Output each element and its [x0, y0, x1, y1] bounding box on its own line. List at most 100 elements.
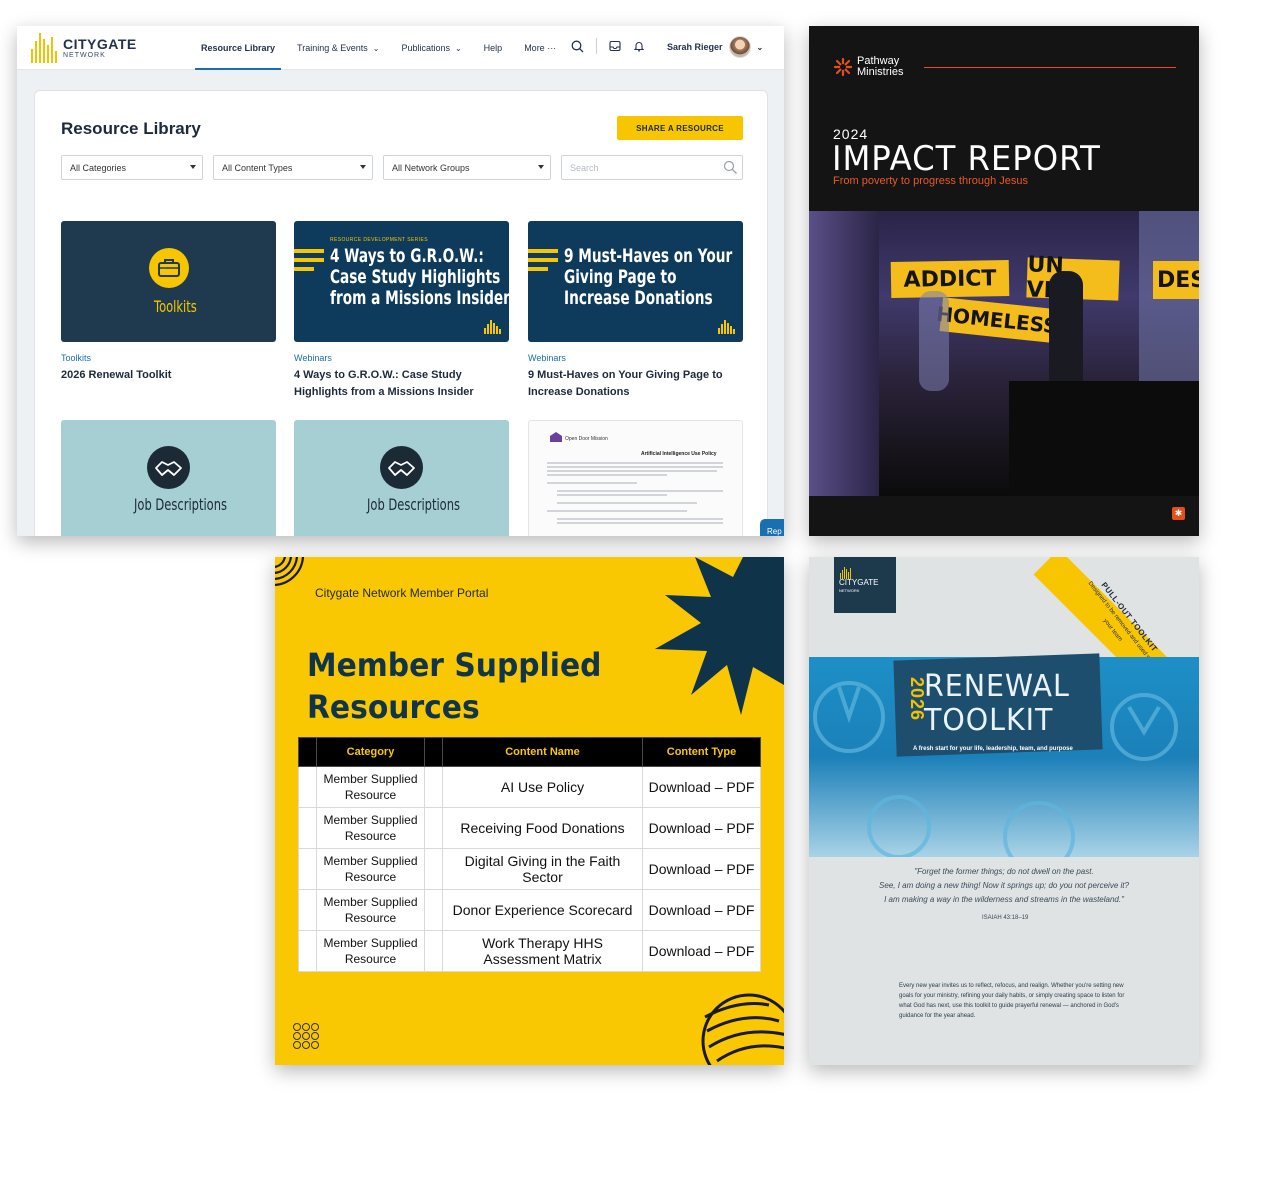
content-type-cell[interactable]: Download – PDF — [642, 930, 761, 972]
content-type-filter[interactable]: All Content Types — [213, 155, 373, 180]
table-row: Member Supplied Resource Receiving Food … — [298, 807, 761, 849]
nav-training-events[interactable]: Training & Events ⌄ — [289, 26, 387, 70]
card-title[interactable]: 9 Must-Haves on Your Giving Page to Incr… — [528, 367, 748, 401]
search-icon — [723, 160, 737, 174]
right-screen — [1139, 211, 1199, 391]
content-type-cell[interactable]: Download – PDF — [642, 889, 761, 931]
table-row: Member Supplied Resource Work Therapy HH… — [298, 930, 761, 972]
citygate-mark-icon — [718, 320, 735, 334]
caret-down-icon — [360, 165, 366, 169]
logo-name: CITYGATE — [63, 35, 137, 52]
ai-policy-document-thumbnail[interactable]: Open Door Mission Artificial Intelligenc… — [528, 420, 743, 536]
verse-reference: ISAIAH 43:18–19 — [982, 915, 1029, 921]
nav-more[interactable]: More ··· — [516, 26, 564, 70]
user-menu[interactable]: Sarah Rieger ⌄ — [667, 36, 763, 58]
presenter-silhouette — [1049, 271, 1083, 391]
network-group-filter[interactable]: All Network Groups — [383, 155, 551, 180]
resource-library-card: Resource Library SHARE A RESOURCE All Ca… — [34, 90, 768, 536]
handshake-icon — [380, 446, 423, 489]
toolkits-thumbnail[interactable]: Toolkits — [61, 221, 276, 342]
nav-publications[interactable]: Publications ⌄ — [393, 26, 469, 70]
card-category[interactable]: Webinars — [528, 353, 566, 363]
card-category[interactable]: Webinars — [294, 353, 332, 363]
title-line: Resources — [307, 688, 480, 726]
sign-addict: ADDICT — [890, 259, 1010, 299]
page-title: Member Supplied Resources — [307, 644, 601, 728]
nav-help[interactable]: Help — [476, 26, 511, 70]
toolkit-tagline: A fresh start for your life, leadership,… — [913, 746, 1073, 752]
nav-label: More ··· — [524, 43, 557, 53]
left-person-silhouette — [809, 211, 879, 496]
category-cell: Member Supplied Resource — [316, 889, 425, 931]
content-type-cell[interactable]: Download – PDF — [642, 766, 761, 808]
handshake-icon — [147, 446, 190, 489]
search-icon[interactable] — [571, 40, 584, 53]
filter-value: All Network Groups — [392, 162, 470, 173]
content-type-cell[interactable]: Download – PDF — [642, 848, 761, 890]
table-row: Member Supplied Resource Digital Giving … — [298, 848, 761, 890]
utility-icons — [571, 38, 645, 54]
citygate-logo[interactable]: CITYGATE NETWORK — [31, 32, 137, 64]
column-header: Content Name — [442, 737, 643, 767]
content-name-cell[interactable]: Donor Experience Scorecard — [442, 889, 643, 931]
bell-icon[interactable] — [633, 40, 645, 52]
pathway-logo: Pathway Ministries — [833, 56, 903, 78]
job-descriptions-thumbnail[interactable]: Job Descriptions — [294, 420, 509, 536]
filter-value: All Content Types — [222, 162, 293, 173]
giving-page-webinar-thumbnail[interactable]: 9 Must-Haves on Your Giving Page to Incr… — [528, 221, 743, 342]
toolbox-icon — [149, 248, 189, 288]
toolkit-intro: Every new year invites us to reflect, re… — [899, 983, 1125, 1019]
spacer-cell — [298, 930, 317, 972]
page-title: Resource Library — [61, 119, 201, 138]
search-placeholder: Search — [570, 162, 599, 173]
category-filter[interactable]: All Categories — [61, 155, 203, 180]
spacer-cell — [424, 930, 443, 972]
category-cell: Member Supplied Resource — [316, 766, 425, 808]
stage-floor — [1009, 381, 1199, 496]
card-title[interactable]: 2026 Renewal Toolkit — [61, 367, 281, 384]
search-input[interactable]: Search — [561, 155, 743, 180]
headline-line: Increase Donations — [564, 287, 713, 309]
nav-resource-library[interactable]: Resource Library — [193, 26, 283, 70]
nav-label: Publications — [401, 43, 450, 53]
thumbnail-headline: 4 Ways to G.R.O.W.: Case Study Highlight… — [330, 246, 509, 309]
feedback-tab[interactable]: Rep — [760, 519, 784, 536]
card-title[interactable]: 4 Ways to G.R.O.W.: Case Study Highlight… — [294, 367, 514, 401]
doc-title: Artificial Intelligence Use Policy — [641, 451, 717, 457]
thumbnail-label: Job Descriptions — [134, 495, 228, 514]
content-name-cell[interactable]: Digital Giving in the Faith Sector — [442, 848, 643, 890]
content-name-cell[interactable]: Work Therapy HHS Assessment Matrix — [442, 930, 643, 972]
chevron-down-icon: ⌄ — [372, 43, 380, 53]
verse-line: "Forget the former things; do not dwell … — [914, 867, 1094, 876]
job-descriptions-thumbnail[interactable]: Job Descriptions — [61, 420, 276, 536]
title-line: RENEWAL — [924, 669, 1070, 704]
share-resource-button[interactable]: SHARE A RESOURCE — [617, 116, 743, 140]
stage-photo: ADDICT UN VED DESP HOMELESS — [809, 211, 1199, 496]
avatar — [728, 36, 751, 58]
report-title: IMPACT REPORT — [832, 139, 1101, 179]
divider — [596, 38, 597, 54]
main-nav: Resource Library Training & Events ⌄ Publ… — [193, 26, 570, 70]
citygate-logo: CITYGATE NETWORK — [834, 557, 896, 613]
category-cell: Member Supplied Resource — [316, 930, 425, 972]
headline-line: 9 Must-Haves on Your — [564, 245, 733, 267]
content-type-cell[interactable]: Download – PDF — [642, 807, 761, 849]
logo-bars-icon — [840, 567, 851, 579]
thumbnail-kicker: RESOURCE DEVELOPMENT SERIES — [330, 237, 428, 243]
pathway-mark-icon: ✱ — [1172, 507, 1185, 520]
grow-webinar-thumbnail[interactable]: RESOURCE DEVELOPMENT SERIES 4 Ways to G.… — [294, 221, 509, 342]
headline-line: from a Missions Insider — [330, 287, 509, 309]
top-navigation-bar: CITYGATE NETWORK Resource Library Traini… — [17, 26, 784, 70]
content-name-cell[interactable]: AI Use Policy — [442, 766, 643, 808]
content-name-cell[interactable]: Receiving Food Donations — [442, 807, 643, 849]
caret-down-icon — [538, 165, 544, 169]
inbox-icon[interactable] — [609, 40, 621, 52]
card-category[interactable]: Toolkits — [61, 353, 91, 363]
dots-decoration — [293, 1023, 319, 1049]
filter-value: All Categories — [70, 162, 127, 173]
headline-line: 4 Ways to G.R.O.W.: — [330, 245, 484, 267]
spacer-cell — [298, 889, 317, 931]
table-row: Member Supplied Resource Donor Experienc… — [298, 889, 761, 931]
spacer-cell — [298, 766, 317, 808]
user-name: Sarah Rieger — [667, 42, 723, 52]
